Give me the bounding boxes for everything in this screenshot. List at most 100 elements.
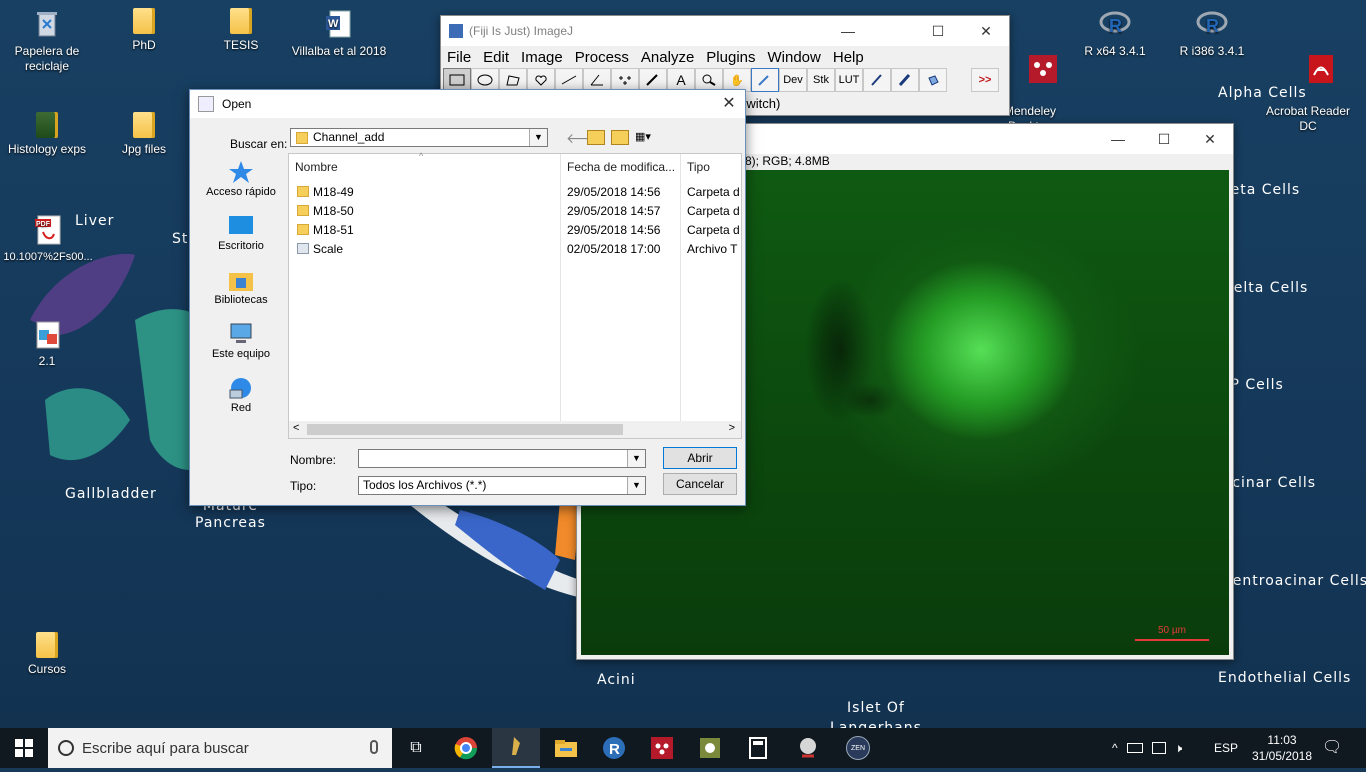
view-menu-icon[interactable]: ▦▾	[635, 130, 659, 143]
snipping-tool-icon[interactable]	[784, 728, 832, 768]
file-explorer-icon[interactable]	[542, 728, 590, 768]
clock[interactable]: 11:03 31/05/2018	[1250, 728, 1314, 772]
desktop-icon-cursos[interactable]: Cursos	[7, 632, 87, 677]
up-folder-icon[interactable]	[587, 130, 605, 145]
language-indicator[interactable]: ESP	[1214, 728, 1238, 768]
maximize-button[interactable]: ☐	[1141, 124, 1187, 154]
lut-menu-icon[interactable]: LUT	[835, 68, 863, 92]
wallpaper-label-delta-cells-text: Delta Cells	[1232, 280, 1309, 296]
task-view-icon[interactable]: ⧉	[392, 728, 440, 768]
close-button[interactable]: ✕	[706, 89, 752, 119]
image-info-text: 8); RGB; 4.8MB	[745, 154, 830, 168]
file-row[interactable]: M18-49 29/05/2018 14:56 Carpeta d	[289, 182, 741, 201]
menu-edit[interactable]: Edit	[477, 49, 515, 66]
r-taskbar-icon[interactable]: R	[590, 728, 638, 768]
wallpaper-label-partial: St	[172, 231, 189, 247]
file-row[interactable]: M18-50 29/05/2018 14:57 Carpeta d	[289, 201, 741, 220]
close-button[interactable]: ✕	[963, 16, 1009, 46]
desktop-icon-recycle-bin[interactable]: Papelera de reciclaje	[7, 8, 87, 74]
open-dialog-titlebar[interactable]: Open ✕	[190, 90, 745, 118]
network-tray-icon[interactable]	[1151, 742, 1166, 754]
file-list[interactable]: ^ Nombre Fecha de modifica... Tipo M18-4…	[288, 151, 742, 439]
more-tools-icon[interactable]: >>	[971, 68, 999, 92]
scroll-right-icon[interactable]: >	[729, 422, 735, 434]
place-network[interactable]: Red	[196, 376, 286, 428]
zen-taskbar-icon[interactable]: ZEN	[834, 728, 882, 768]
color-picker-tool-icon[interactable]	[751, 68, 779, 92]
file-row[interactable]: Scale 02/05/2018 17:00 Archivo T	[289, 239, 741, 258]
taskbar-search[interactable]: Escribe aquí para buscar	[48, 728, 392, 768]
desktop-icon-jpg-files[interactable]: Jpg files	[104, 112, 184, 157]
minimize-button[interactable]: —	[825, 16, 871, 46]
libraries-icon	[228, 268, 254, 292]
menu-analyze[interactable]: Analyze	[635, 49, 700, 66]
cancel-button[interactable]: Cancelar	[663, 473, 737, 495]
desktop-icon-villalba[interactable]: W Villalba et al 2018	[289, 8, 389, 59]
zen-icon-label: ZEN	[846, 736, 870, 760]
file-type-value: Todos los Archivos (*.*)	[363, 478, 487, 492]
cytoscape-taskbar-icon[interactable]	[686, 728, 734, 768]
column-header-date[interactable]: Fecha de modifica...	[567, 160, 675, 174]
desktop-icon-acrobat[interactable]: Acrobat Reader DC	[1262, 8, 1354, 149]
desktop-icon-phd[interactable]: PhD	[104, 8, 184, 53]
desktop-icon-label: R x64 3.4.1	[1084, 44, 1146, 58]
start-button[interactable]	[0, 728, 48, 768]
chevron-up-icon[interactable]: ^	[1112, 741, 1118, 755]
menu-process[interactable]: Process	[569, 49, 635, 66]
pdf-icon: PDF	[32, 214, 64, 246]
minimize-button[interactable]: —	[1095, 124, 1141, 154]
open-button[interactable]: Abrir	[663, 447, 737, 469]
place-this-pc[interactable]: Este equipo	[196, 322, 286, 374]
maximize-button[interactable]: ☐	[915, 16, 961, 46]
menu-image[interactable]: Image	[515, 49, 569, 66]
recycle-bin-icon	[31, 8, 63, 40]
file-row[interactable]: M18-51 29/05/2018 14:56 Carpeta d	[289, 220, 741, 239]
calculator-icon[interactable]	[734, 728, 782, 768]
column-header-name[interactable]: Nombre	[295, 160, 338, 174]
brush-tool-icon[interactable]	[891, 68, 919, 92]
chevron-down-icon[interactable]: ▼	[627, 450, 645, 467]
scrollbar-thumb[interactable]	[307, 424, 623, 435]
place-quick-access[interactable]: Acceso rápido	[196, 160, 286, 212]
pencil-tool-icon[interactable]	[863, 68, 891, 92]
file-type-select[interactable]: Todos los Archivos (*.*) ▼	[358, 476, 646, 495]
desktop-icon-r-i386[interactable]: R R i386 3.4.1	[1172, 8, 1252, 59]
volume-muted-icon[interactable]: 🕨	[1175, 741, 1183, 756]
dev-menu-icon[interactable]: Dev	[779, 68, 807, 92]
new-folder-icon[interactable]	[611, 130, 629, 145]
chevron-down-icon[interactable]: ▼	[529, 129, 547, 146]
chrome-icon[interactable]	[442, 728, 490, 768]
chevron-down-icon[interactable]: ▼	[627, 477, 645, 494]
place-libraries[interactable]: Bibliotecas	[196, 268, 286, 320]
menu-help[interactable]: Help	[827, 49, 870, 66]
desktop-icon	[228, 214, 254, 238]
fiji-taskbar-icon[interactable]	[492, 728, 540, 768]
flood-fill-tool-icon[interactable]	[919, 68, 947, 92]
horizontal-scrollbar[interactable]: < >	[289, 421, 741, 438]
desktop-icon-pdf[interactable]: PDF 10.1007%2Fs00...	[0, 214, 96, 265]
menu-file[interactable]: File	[441, 49, 477, 66]
microphone-icon[interactable]	[370, 740, 378, 754]
desktop-icon-label: Cursos	[27, 662, 66, 676]
look-in-combo[interactable]: Channel_add ▼	[290, 128, 548, 147]
stk-menu-icon[interactable]: Stk	[807, 68, 835, 92]
place-desktop[interactable]: Escritorio	[196, 214, 286, 266]
battery-icon[interactable]	[1126, 743, 1143, 753]
desktop-icon-histology[interactable]: Histology exps	[7, 112, 87, 157]
column-header-type[interactable]: Tipo	[687, 160, 710, 174]
imagej-title: (Fiji Is Just) ImageJ	[469, 24, 574, 38]
folder-icon	[296, 132, 308, 144]
desktop-icon-tesis[interactable]: TESIS	[201, 8, 281, 53]
notifications-icon[interactable]: 🗨	[1322, 728, 1346, 768]
mendeley-taskbar-icon[interactable]	[638, 728, 686, 768]
scroll-left-icon[interactable]: <	[293, 422, 299, 434]
filename-label: Nombre:	[290, 453, 337, 467]
menu-plugins[interactable]: Plugins	[700, 49, 761, 66]
desktop-icon-r-x64[interactable]: R R x64 3.4.1	[1075, 8, 1155, 59]
close-button[interactable]: ✕	[1187, 124, 1233, 154]
imagej-titlebar[interactable]: (Fiji Is Just) ImageJ — ☐ ✕	[441, 16, 1009, 46]
menu-window[interactable]: Window	[762, 49, 827, 66]
place-label: Este equipo	[211, 348, 271, 360]
filename-input[interactable]: ▼	[358, 449, 646, 468]
desktop-icon-2-1[interactable]: 2.1	[7, 318, 87, 369]
